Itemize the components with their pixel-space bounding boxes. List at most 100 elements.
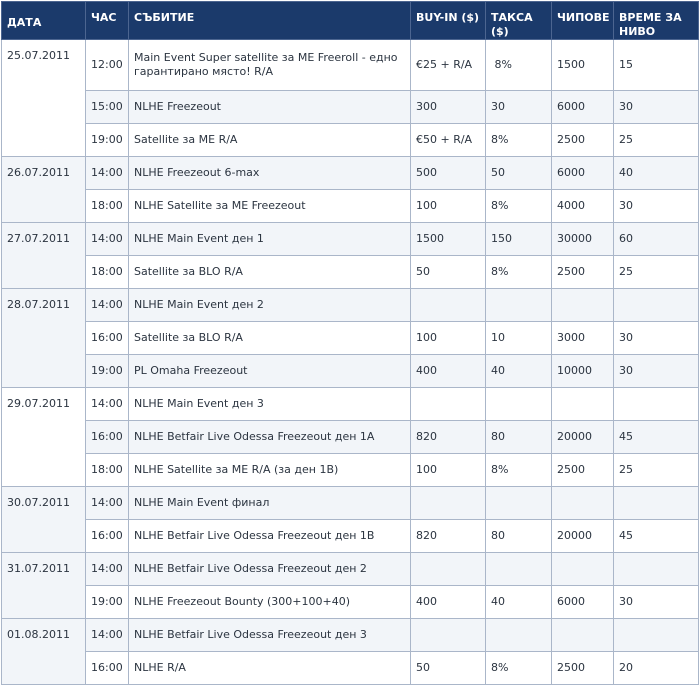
cell-level: 25 — [613, 453, 699, 487]
cell-fee — [485, 552, 552, 586]
cell-time: 18:00 — [85, 189, 129, 223]
cell-time: 16:00 — [85, 321, 129, 355]
table-row: 18:00 NLHE Satellite за ME Freezeout 100 8%… — [2, 189, 699, 223]
table-row: 15:00 NLHE Freezeout 300 30 6000 30 — [2, 90, 699, 124]
cell-date: 25.07.2011 — [1, 39, 86, 157]
table-row: 31.07.2011 14:00 NLHE Betfair Live Odessa … — [1, 552, 699, 619]
cell-event: NLHE Freezeout — [128, 90, 411, 124]
cell-level: 15 — [613, 39, 699, 91]
cell-chips: 2500 — [551, 651, 614, 685]
cell-chips — [551, 288, 614, 322]
cell-time: 19:00 — [85, 585, 129, 619]
cell-buyin: 50 — [410, 255, 486, 289]
header-buyin: BUY-IN ($) — [410, 1, 486, 40]
header-level: ВРЕМЕ ЗА НИВО — [613, 1, 699, 40]
cell-level: 40 — [613, 156, 699, 190]
cell-buyin: 50 — [410, 651, 486, 685]
cell-buyin: 100 — [410, 189, 486, 223]
cell-level: 20 — [613, 651, 699, 685]
table-row: 16:00 NLHE Betfair Live Odessa Freezeout … — [2, 420, 699, 454]
cell-buyin: 400 — [410, 354, 486, 388]
cell-level: 30 — [613, 321, 699, 355]
cell-chips: 6000 — [551, 90, 614, 124]
table-row: 29.07.2011 14:00 NLHE Main Event ден 3 — [1, 387, 699, 487]
cell-buyin — [410, 552, 486, 586]
cell-buyin — [410, 486, 486, 520]
cell-level: 25 — [613, 255, 699, 289]
cell-buyin — [410, 618, 486, 652]
cell-chips: 30000 — [551, 222, 614, 256]
cell-event: NLHE Betfair Live Odessa Freezeout ден 1… — [128, 420, 411, 454]
cell-date: 28.07.2011 — [1, 288, 86, 388]
table-row: 19:00 Satellite за ME R/A €50 + R/A 8% 2500 2… — [2, 123, 699, 157]
header-fee: ТАКСА ($) — [485, 1, 552, 40]
cell-buyin: 400 — [410, 585, 486, 619]
table-row: 18:00 NLHE Satellite за ME R/A (за ден 1B… — [2, 453, 699, 487]
header-chips: ЧИПОВЕ — [551, 1, 614, 40]
cell-event: NLHE Freezeout 6-max — [128, 156, 411, 190]
header-event: СЪБИТИЕ — [128, 1, 411, 40]
cell-fee: 8% — [485, 123, 552, 157]
cell-event: NLHE R/A — [128, 651, 411, 685]
cell-event: NLHE Main Event ден 1 — [128, 222, 411, 256]
cell-buyin: 100 — [410, 321, 486, 355]
cell-time: 15:00 — [85, 90, 129, 124]
cell-chips: 2500 — [551, 453, 614, 487]
cell-level: 30 — [613, 354, 699, 388]
cell-chips — [551, 387, 614, 421]
cell-time: 16:00 — [85, 651, 129, 685]
cell-fee: 8% — [485, 39, 552, 91]
cell-chips: 6000 — [551, 585, 614, 619]
cell-fee: 150 — [485, 222, 552, 256]
cell-date: 29.07.2011 — [1, 387, 86, 487]
cell-fee: 8% — [485, 651, 552, 685]
table-row: 19:00 NLHE Freezeout Bounty (300+100+40) 4… — [2, 585, 699, 619]
cell-level: 60 — [613, 222, 699, 256]
cell-time: 16:00 — [85, 420, 129, 454]
cell-fee — [485, 486, 552, 520]
cell-fee: 40 — [485, 354, 552, 388]
cell-chips: 10000 — [551, 354, 614, 388]
cell-fee: 8% — [485, 255, 552, 289]
cell-date: 01.08.2011 — [1, 618, 86, 685]
cell-level — [613, 486, 699, 520]
cell-level — [613, 618, 699, 652]
table-row: 30.07.2011 14:00 NLHE Main Event финал — [1, 486, 699, 553]
cell-buyin — [410, 387, 486, 421]
cell-level — [613, 387, 699, 421]
table-row: 18:00 Satellite за BLO R/A 50 8% 2500 25 — [2, 255, 699, 289]
cell-level: 30 — [613, 189, 699, 223]
cell-event: NLHE Betfair Live Odessa Freezeout ден 3 — [128, 618, 411, 652]
table-row: 16:00 Satellite за BLO R/A 100 10 3000 30 — [2, 321, 699, 355]
cell-date: 30.07.2011 — [1, 486, 86, 553]
table-row: 01.08.2011 14:00 NLHE Betfair Live Odessa … — [1, 618, 699, 685]
cell-event: NLHE Betfair Live Odessa Freezeout ден 1… — [128, 519, 411, 553]
cell-fee: 8% — [485, 189, 552, 223]
table-row: 16:00 NLHE R/A 50 8% 2500 20 — [2, 651, 699, 685]
cell-time: 14:00 — [85, 156, 129, 190]
table-row: 16:00 NLHE Betfair Live Odessa Freezeout … — [2, 519, 699, 553]
cell-fee: 80 — [485, 519, 552, 553]
cell-level: 30 — [613, 90, 699, 124]
cell-time: 18:00 — [85, 255, 129, 289]
cell-fee: 40 — [485, 585, 552, 619]
cell-event: NLHE Main Event ден 2 — [128, 288, 411, 322]
cell-event: NLHE Main Event финал — [128, 486, 411, 520]
cell-event: NLHE Satellite за ME R/A (за ден 1B) — [128, 453, 411, 487]
schedule-body: 25.07.2011 12:00 Main Event Super satellit… — [1, 39, 699, 685]
cell-event: Satellite за BLO R/A — [128, 321, 411, 355]
cell-buyin: €50 + R/A — [410, 123, 486, 157]
cell-event: PL Omaha Freezeout — [128, 354, 411, 388]
cell-chips: 4000 — [551, 189, 614, 223]
cell-buyin — [410, 288, 486, 322]
cell-buyin: 300 — [410, 90, 486, 124]
cell-time: 14:00 — [85, 222, 129, 256]
cell-chips: 2500 — [551, 123, 614, 157]
cell-chips: 20000 — [551, 519, 614, 553]
cell-time: 14:00 — [85, 552, 129, 586]
cell-fee — [485, 387, 552, 421]
cell-level — [613, 552, 699, 586]
cell-level: 30 — [613, 585, 699, 619]
cell-event: NLHE Freezeout Bounty (300+100+40) — [128, 585, 411, 619]
cell-buyin: 820 — [410, 519, 486, 553]
